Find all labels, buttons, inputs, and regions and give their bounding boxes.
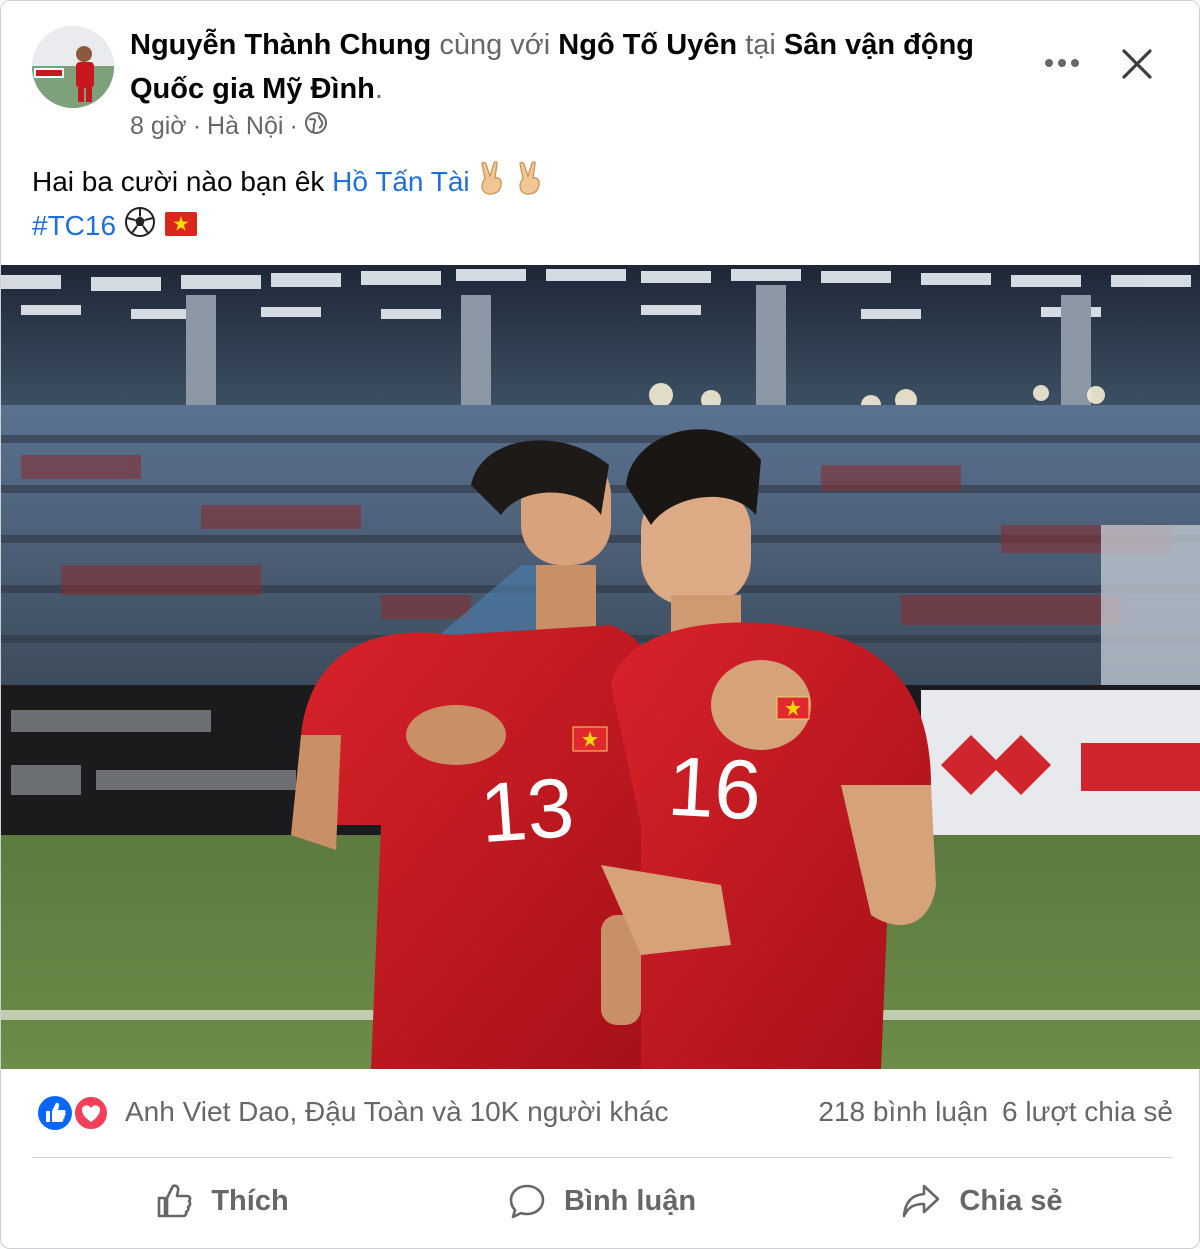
comment-icon — [509, 1184, 545, 1219]
comment-count[interactable]: 218 bình luận — [818, 1096, 988, 1128]
share-icon — [903, 1184, 940, 1218]
post-meta: 8 giờ · Hà Nội · — [130, 111, 328, 142]
author-line: Nguyễn Thành Chung cùng với Ngô Tố Uyên … — [130, 23, 1030, 111]
divider — [32, 1157, 1172, 1158]
victory-hand-emoji — [515, 161, 545, 206]
post-card: Nguyễn Thành Chung cùng với Ngô Tố Uyên … — [0, 0, 1200, 1249]
close-button[interactable] — [1114, 41, 1160, 87]
reaction-names[interactable]: Anh Viet Dao, Đậu Toàn và 10K người khác — [125, 1096, 669, 1128]
thumbs-up-icon — [158, 1184, 192, 1218]
engagement-counts: 218 bình luận 6 lượt chia sẻ — [818, 1096, 1173, 1128]
post-header: Nguyễn Thành Chung cùng với Ngô Tố Uyên … — [1, 1, 1200, 151]
share-label: Chia sẻ — [959, 1184, 1063, 1217]
caption: Hai ba cười nào bạn êk — [32, 165, 325, 197]
hashtag-link[interactable]: #TC16 — [32, 210, 116, 241]
comment-label: Bình luận — [563, 1184, 697, 1217]
like-icon — [38, 1096, 72, 1130]
tagged-person[interactable]: Ngô Tố Uyên — [558, 29, 737, 61]
author-avatar[interactable] — [32, 26, 114, 108]
more-options-button[interactable] — [1034, 43, 1090, 83]
comment-button[interactable]: Bình luận — [412, 1161, 792, 1241]
post-text-line-1: Hai ba cười nào bạn êk Hồ Tấn Tài — [32, 161, 545, 206]
reaction-icons[interactable] — [37, 1095, 111, 1131]
like-label: Thích — [211, 1184, 289, 1217]
jersey-number-16: 16 — [665, 739, 763, 838]
post-text-line-2: #TC16 — [32, 206, 545, 249]
reactions-bar: Anh Viet Dao, Đậu Toàn và 10K người khác… — [1, 1079, 1200, 1149]
meta-separator: · — [289, 112, 298, 140]
at-word: tại — [745, 29, 776, 61]
victory-hand-emoji — [477, 161, 507, 206]
globe-icon[interactable] — [304, 111, 328, 142]
share-button[interactable]: Chia sẻ — [792, 1161, 1172, 1241]
vietnam-flag-emoji — [164, 208, 198, 248]
post-text: Hai ba cười nào bạn êk Hồ Tấn Tài #TC16 — [32, 161, 545, 249]
share-count[interactable]: 6 lượt chia sẻ — [1002, 1096, 1173, 1128]
more-icon — [1045, 59, 1079, 67]
love-icon — [73, 1095, 109, 1131]
jersey-number-13: 13 — [477, 760, 577, 860]
jersey-flag-16 — [776, 696, 810, 720]
post-photo[interactable]: 13 16 — [1, 265, 1200, 1069]
action-bar: Thích Bình luận Chia sẻ — [32, 1161, 1172, 1241]
post-time[interactable]: 8 giờ — [130, 112, 187, 141]
jersey-flag-13 — [572, 726, 608, 752]
mention-link[interactable]: Hồ Tấn Tài — [332, 166, 469, 197]
meta-separator: · — [192, 112, 202, 140]
author-name[interactable]: Nguyễn Thành Chung — [130, 29, 431, 61]
soccer-ball-emoji — [124, 206, 156, 249]
like-button[interactable]: Thích — [32, 1161, 412, 1241]
period: . — [374, 73, 383, 105]
post-location[interactable]: Hà Nội — [207, 112, 283, 141]
close-icon — [1122, 49, 1152, 79]
with-word: cùng với — [439, 29, 551, 61]
